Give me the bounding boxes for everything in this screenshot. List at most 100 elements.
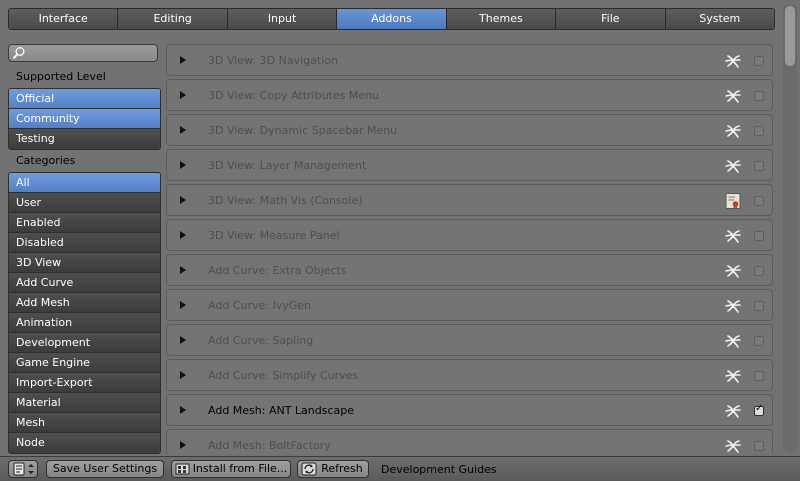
addon-row: 3D View: Measure Panel — [166, 219, 773, 251]
addon-name: Add Mesh: BoltFactory — [208, 439, 331, 452]
tab-file[interactable]: File — [556, 9, 666, 29]
addon-enable-checkbox[interactable] — [754, 56, 764, 66]
supported-level-official[interactable]: Official — [9, 89, 160, 109]
addon-row: 3D View: Layer Management — [166, 149, 773, 181]
tab-addons[interactable]: Addons — [337, 9, 447, 29]
addon-row: Add Curve: IvyGen — [166, 289, 773, 321]
category-all[interactable]: All — [9, 173, 160, 193]
category-disabled[interactable]: Disabled — [9, 233, 160, 253]
expand-triangle-icon[interactable] — [179, 160, 187, 170]
category-3d-view[interactable]: 3D View — [9, 253, 160, 273]
search-icon — [12, 47, 25, 60]
install-from-file-label: Install from File... — [192, 462, 288, 475]
addon-row: 3D View: Math Vis (Console) — [166, 184, 773, 216]
expand-triangle-icon[interactable] — [179, 300, 187, 310]
tab-system[interactable]: System — [665, 9, 774, 29]
category-add-curve[interactable]: Add Curve — [9, 273, 160, 293]
expand-triangle-icon[interactable] — [179, 370, 187, 380]
category-node[interactable]: Node — [9, 433, 160, 453]
addon-enable-checkbox[interactable] — [754, 301, 764, 311]
addon-name: 3D View: Math Vis (Console) — [208, 194, 363, 207]
category-material[interactable]: Material — [9, 393, 160, 413]
expand-triangle-icon[interactable] — [179, 230, 187, 240]
addon-enable-checkbox[interactable] — [754, 371, 764, 381]
supported-level-testing[interactable]: Testing — [9, 129, 160, 149]
tab-interface[interactable]: Interface — [9, 9, 119, 29]
addon-enable-checkbox[interactable] — [754, 196, 764, 206]
community-icon — [724, 227, 742, 245]
addon-row: 3D View: Dynamic Spacebar Menu — [166, 114, 773, 146]
community-icon — [724, 332, 742, 350]
supported-level-community[interactable]: Community — [9, 109, 160, 129]
expand-triangle-icon[interactable] — [179, 440, 187, 450]
addon-enable-checkbox[interactable] — [754, 231, 764, 241]
addon-name: 3D View: Copy Attributes Menu — [208, 89, 380, 102]
file-browser-icon — [175, 463, 190, 475]
addon-name: Add Curve: Extra Objects — [208, 264, 347, 277]
expand-triangle-icon[interactable] — [179, 125, 187, 135]
refresh-icon — [301, 462, 317, 476]
addon-enable-checkbox[interactable] — [754, 91, 764, 101]
community-icon — [724, 297, 742, 315]
community-icon — [724, 122, 742, 140]
addon-row: Add Mesh: ANT Landscape — [166, 394, 773, 426]
community-icon — [724, 262, 742, 280]
tab-input[interactable]: Input — [227, 9, 338, 29]
category-development[interactable]: Development — [9, 333, 160, 353]
addon-name: 3D View: Dynamic Spacebar Menu — [208, 124, 398, 137]
scrollbar-thumb[interactable] — [785, 6, 795, 66]
preferences-tabs: Interface Editing Input Addons Themes File Sys… — [8, 8, 775, 30]
addon-list-scrollbar[interactable] — [783, 4, 797, 452]
addon-row: Add Mesh: BoltFactory — [166, 429, 773, 454]
save-user-settings-button[interactable]: Save User Settings — [46, 460, 164, 478]
community-icon — [724, 367, 742, 385]
category-import-export[interactable]: Import-Export — [9, 373, 160, 393]
addon-name: Add Curve: Sapling — [208, 334, 314, 347]
category-game-engine[interactable]: Game Engine — [9, 353, 160, 373]
editor-type-button[interactable] — [8, 460, 38, 478]
addon-enable-checkbox[interactable] — [754, 266, 764, 276]
official-icon — [724, 192, 742, 210]
community-icon — [724, 52, 742, 70]
community-icon — [724, 157, 742, 175]
category-animation[interactable]: Animation — [9, 313, 160, 333]
expand-triangle-icon[interactable] — [179, 195, 187, 205]
category-enabled[interactable]: Enabled — [9, 213, 160, 233]
categories-list: All User Enabled Disabled 3D View Add Curve Ad… — [8, 172, 161, 454]
community-icon — [724, 87, 742, 105]
addon-enable-checkbox[interactable] — [754, 441, 764, 451]
expand-triangle-icon[interactable] — [179, 55, 187, 65]
expand-triangle-icon[interactable] — [179, 335, 187, 345]
community-icon — [724, 402, 742, 420]
tab-themes[interactable]: Themes — [446, 9, 557, 29]
addon-enable-checkbox[interactable] — [754, 161, 764, 171]
search-input[interactable] — [8, 44, 158, 62]
preferences-editor-icon — [13, 462, 34, 476]
category-user[interactable]: User — [9, 193, 160, 213]
addon-enable-checkbox[interactable] — [754, 403, 764, 416]
addon-enable-checkbox[interactable] — [754, 336, 764, 346]
supported-level-list: Official Community Testing — [8, 88, 161, 150]
category-mesh[interactable]: Mesh — [9, 413, 160, 433]
bottom-bar: Save User Settings Install from File... … — [0, 456, 800, 481]
addon-row: Add Curve: Sapling — [166, 324, 773, 356]
category-add-mesh[interactable]: Add Mesh — [9, 293, 160, 313]
expand-triangle-icon[interactable] — [179, 265, 187, 275]
refresh-button[interactable]: Refresh — [297, 460, 369, 478]
addon-name: 3D View: Measure Panel — [208, 229, 340, 242]
development-guides-link[interactable]: Development Guides — [381, 463, 497, 476]
addon-name: 3D View: Layer Management — [208, 159, 367, 172]
refresh-label: Refresh — [321, 462, 363, 475]
save-user-settings-label: Save User Settings — [52, 462, 158, 475]
supported-level-label: Supported Level — [16, 70, 106, 83]
addon-row: 3D View: Copy Attributes Menu — [166, 79, 773, 111]
addon-row: 3D View: 3D Navigation — [166, 44, 773, 76]
addon-row: Add Curve: Simplify Curves — [166, 359, 773, 391]
addon-name: Add Curve: Simplify Curves — [208, 369, 359, 382]
addon-name: Add Curve: IvyGen — [208, 299, 311, 312]
addon-enable-checkbox[interactable] — [754, 126, 764, 136]
expand-triangle-icon[interactable] — [179, 405, 187, 415]
tab-editing[interactable]: Editing — [118, 9, 228, 29]
expand-triangle-icon[interactable] — [179, 90, 187, 100]
install-from-file-button[interactable]: Install from File... — [171, 460, 291, 478]
